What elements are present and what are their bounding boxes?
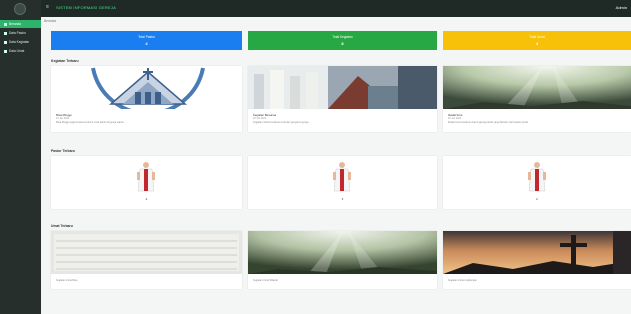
umat-card[interactable]: Kegiatan Umat Lingkungan xyxy=(443,231,631,289)
card-description: Misa Minggu pagi bersama seluruh umat pa… xyxy=(56,121,125,124)
priest-icon xyxy=(137,162,155,192)
section-title-kegiatan: Kegiatan Terbaru xyxy=(51,59,79,63)
stat-title: Total Umat xyxy=(529,35,545,39)
sidebar-item-umat[interactable]: Data Umat xyxy=(0,47,41,55)
topbar: ≡ SISTEM INFORMASI GEREJA Admin xyxy=(41,0,631,17)
sidebar-item-label: Data Umat xyxy=(9,49,25,53)
pastor-number: 2 xyxy=(536,197,538,201)
lined-paper-image xyxy=(51,231,242,274)
sidebar-item-label: Data Pastor xyxy=(9,31,26,35)
sidebar-item-pastor[interactable]: Data Pastor xyxy=(0,29,41,37)
card-caption: Kegiatan Umat Wilayah xyxy=(253,279,278,282)
priest-icon xyxy=(528,162,546,192)
section-title-pastor: Pastor Terbaru xyxy=(51,149,75,153)
sidebar-item-label: Data Kegiatan xyxy=(9,40,30,44)
church-building-image xyxy=(248,66,437,109)
users-icon xyxy=(4,49,7,53)
light-rays-image xyxy=(443,66,631,109)
card-date: 18 Jan 2024 xyxy=(253,117,267,120)
church-logo-image xyxy=(51,66,242,109)
breadcrumb: Beranda xyxy=(44,19,57,23)
card-description: Kegiatan rohani bersama umat dan penguru… xyxy=(253,121,309,124)
app-logo xyxy=(14,3,26,15)
sidebar-item-beranda[interactable]: Beranda xyxy=(0,20,41,28)
cross-sunset-image xyxy=(443,231,631,274)
sidebar-item-kegiatan[interactable]: Data Kegiatan xyxy=(0,38,41,46)
home-icon xyxy=(4,22,7,26)
stat-value: 4 xyxy=(145,41,148,46)
stat-value: 4 xyxy=(535,41,539,46)
pastor-card[interactable]: 3 xyxy=(248,156,437,209)
app-title: SISTEM INFORMASI GEREJA xyxy=(56,5,116,10)
stat-card-kegiatan: Total Kegiatan 8 xyxy=(248,31,437,50)
sidebar-item-label: Beranda xyxy=(9,22,22,26)
pastor-number: 4 xyxy=(145,197,148,201)
pastor-card[interactable]: 2 xyxy=(443,156,631,209)
card-caption: Kegiatan Umat Lingkungan xyxy=(448,279,477,282)
pastor-number: 3 xyxy=(341,197,344,201)
priest-icon xyxy=(333,162,351,192)
light-rays-image xyxy=(248,231,437,274)
stat-value: 8 xyxy=(341,41,344,46)
card-description: Ibadat sore bersama umat di gereja parok… xyxy=(448,121,529,124)
card-date: 20 Jan 2024 xyxy=(448,117,462,120)
card-date: 12 Jan 2024 xyxy=(56,117,70,120)
user-icon xyxy=(4,31,7,35)
menu-toggle-icon[interactable]: ≡ xyxy=(46,5,49,10)
sidebar: Beranda Data Pastor Data Kegiatan Data U… xyxy=(0,0,41,314)
calendar-icon xyxy=(4,40,7,44)
umat-card[interactable]: Kegiatan Umat Wilayah xyxy=(248,231,437,289)
section-title-umat: Umat Terbaru xyxy=(51,224,73,228)
kegiatan-card[interactable]: Misa Minggu 12 Jan 2024 Misa Minggu pagi… xyxy=(51,66,242,132)
umat-card[interactable]: Kegiatan Umat Baru xyxy=(51,231,242,289)
stat-title: Total Kegiatan xyxy=(332,35,353,39)
user-menu[interactable]: Admin xyxy=(616,5,627,10)
pastor-card[interactable]: 4 xyxy=(51,156,242,209)
stat-title: Total Pastor xyxy=(138,35,155,39)
card-caption: Kegiatan Umat Baru xyxy=(56,279,78,282)
stat-card-pastor: Total Pastor 4 xyxy=(51,31,242,50)
kegiatan-card[interactable]: Ibadat Sore 20 Jan 2024 Ibadat sore bers… xyxy=(443,66,631,132)
stat-card-umat: Total Umat 4 xyxy=(443,31,631,50)
kegiatan-card[interactable]: Kegiatan Bersama 18 Jan 2024 Kegiatan ro… xyxy=(248,66,437,132)
